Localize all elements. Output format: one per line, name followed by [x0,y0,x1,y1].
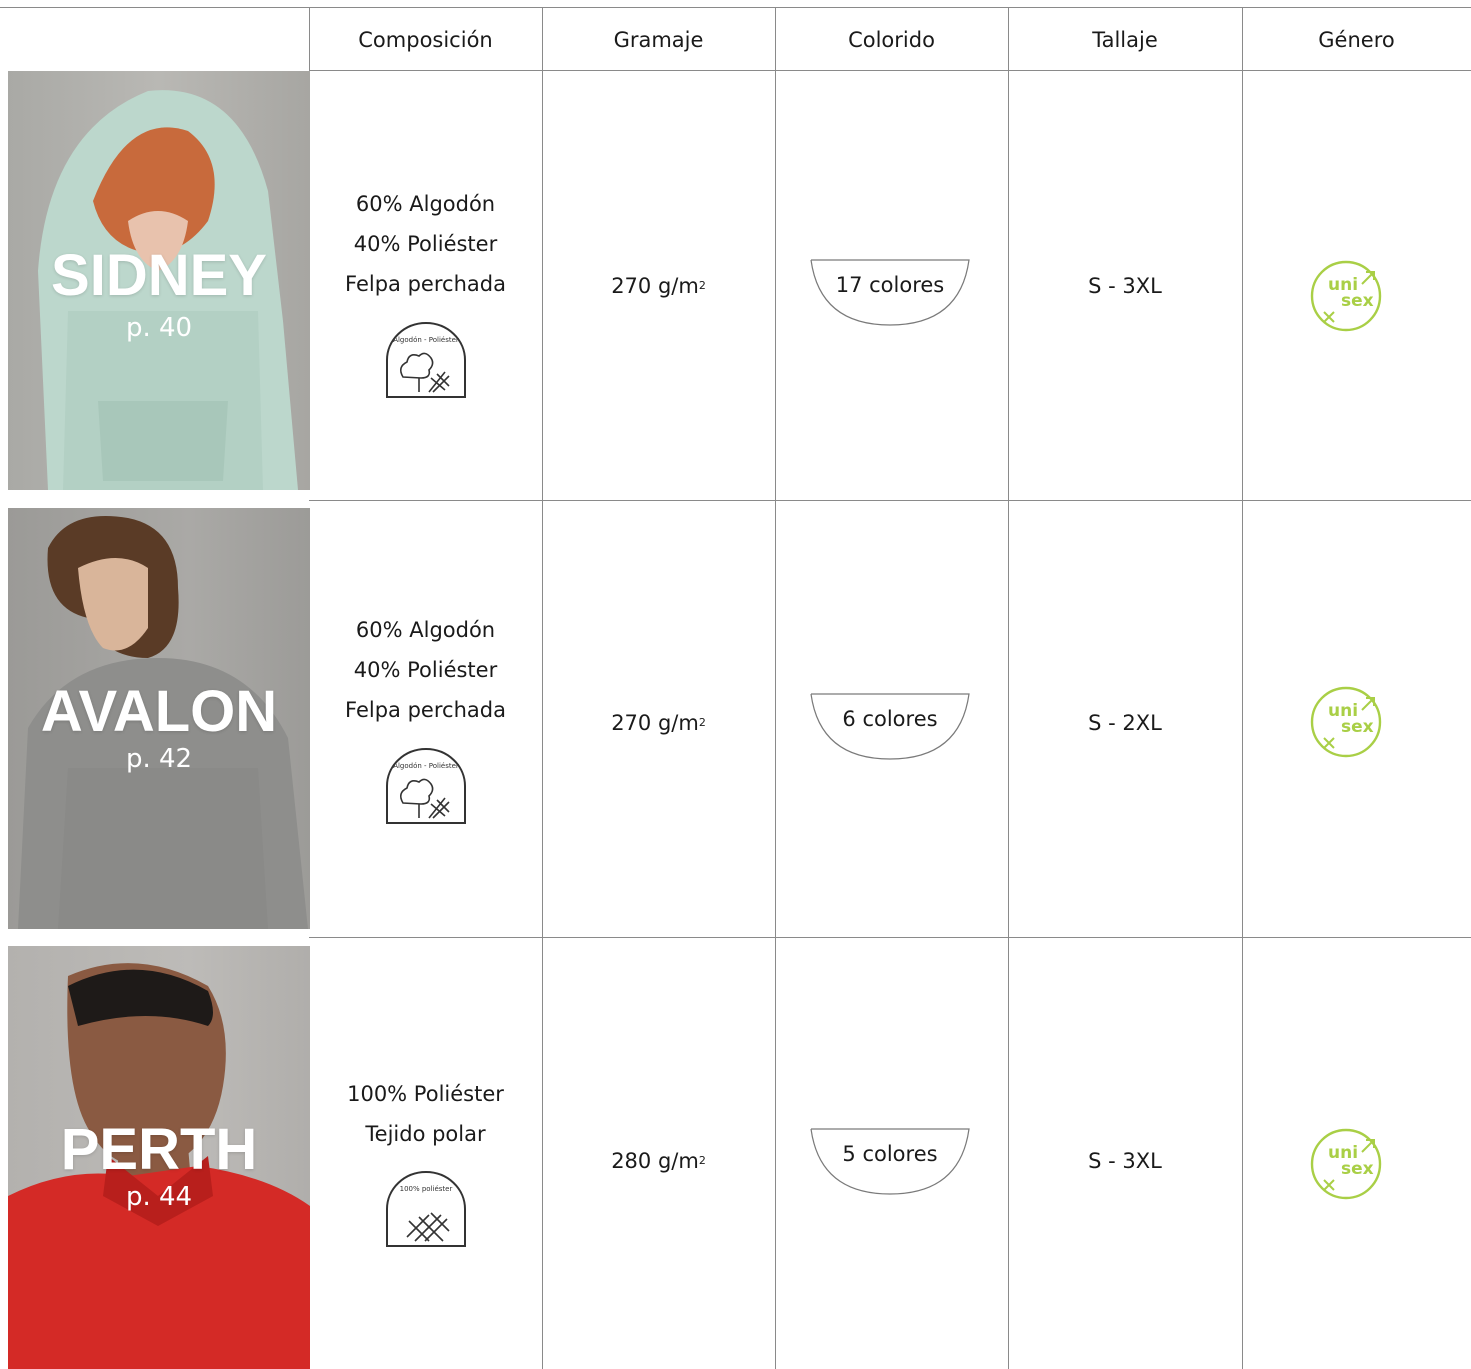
unisex-icon: uni sex [1310,1128,1382,1200]
weight-value: 270 g/m 2 [611,711,706,735]
size-range: S - 3XL [1088,1149,1162,1173]
colour-count: 6 colores [842,707,938,731]
cotton-polyester-icon: Algodón - Poliéster [386,748,466,824]
product-name: AVALON [40,679,278,744]
product-photo-sidney: SIDNEY p. 40 [8,71,310,490]
column-header-weight: Gramaje [613,27,704,52]
composition-text: 100% Poliéster Tejido polar [347,1082,504,1146]
composition-text: 60% Algodón 40% Poliéster Felpa perchada [345,618,506,722]
row-rule [309,500,1471,501]
column-rule [1242,7,1243,1369]
column-header-colours: Colorido [848,27,935,52]
column-header-sizes: Tallaje [1092,27,1158,52]
column-header-composition: Composición [358,27,493,52]
svg-text:Algodón - Poliéster: Algodón - Poliéster [393,762,459,770]
unisex-icon: uni sex [1310,260,1382,332]
colour-count: 5 colores [842,1142,938,1166]
weight-value: 280 g/m 2 [611,1149,706,1173]
svg-text:sex: sex [1341,291,1374,311]
page-reference: p. 44 [125,1182,193,1212]
colour-count: 17 colores [835,273,945,297]
page-reference: p. 42 [125,744,193,774]
product-photo-avalon: AVALON p. 42 [8,508,310,929]
svg-text:Algodón - Poliéster: Algodón - Poliéster [393,336,459,344]
row-rule [309,937,1471,938]
cotton-polyester-icon: Algodón - Poliéster [386,322,466,398]
composition-text: 60% Algodón 40% Poliéster Felpa perchada [345,192,506,296]
size-range: S - 3XL [1088,274,1162,298]
unisex-icon: uni sex [1310,686,1382,758]
column-header-gender: Género [1318,27,1395,52]
column-rule [775,7,776,1369]
product-photo-perth: PERTH p. 44 [8,946,310,1369]
polyester-icon: 100% poliéster [386,1171,466,1247]
colour-swatch: 6 colores [810,693,970,761]
colour-swatch: 17 colores [810,259,970,327]
svg-text:100% poliéster: 100% poliéster [400,1185,453,1193]
svg-text:sex: sex [1341,717,1374,737]
size-range: S - 2XL [1088,711,1162,735]
weight-value: 270 g/m 2 [611,274,706,298]
page-reference: p. 40 [125,313,193,343]
product-name: SIDNEY [51,243,267,308]
product-name: PERTH [60,1117,258,1182]
svg-text:sex: sex [1341,1159,1374,1179]
colour-swatch: 5 colores [810,1128,970,1196]
